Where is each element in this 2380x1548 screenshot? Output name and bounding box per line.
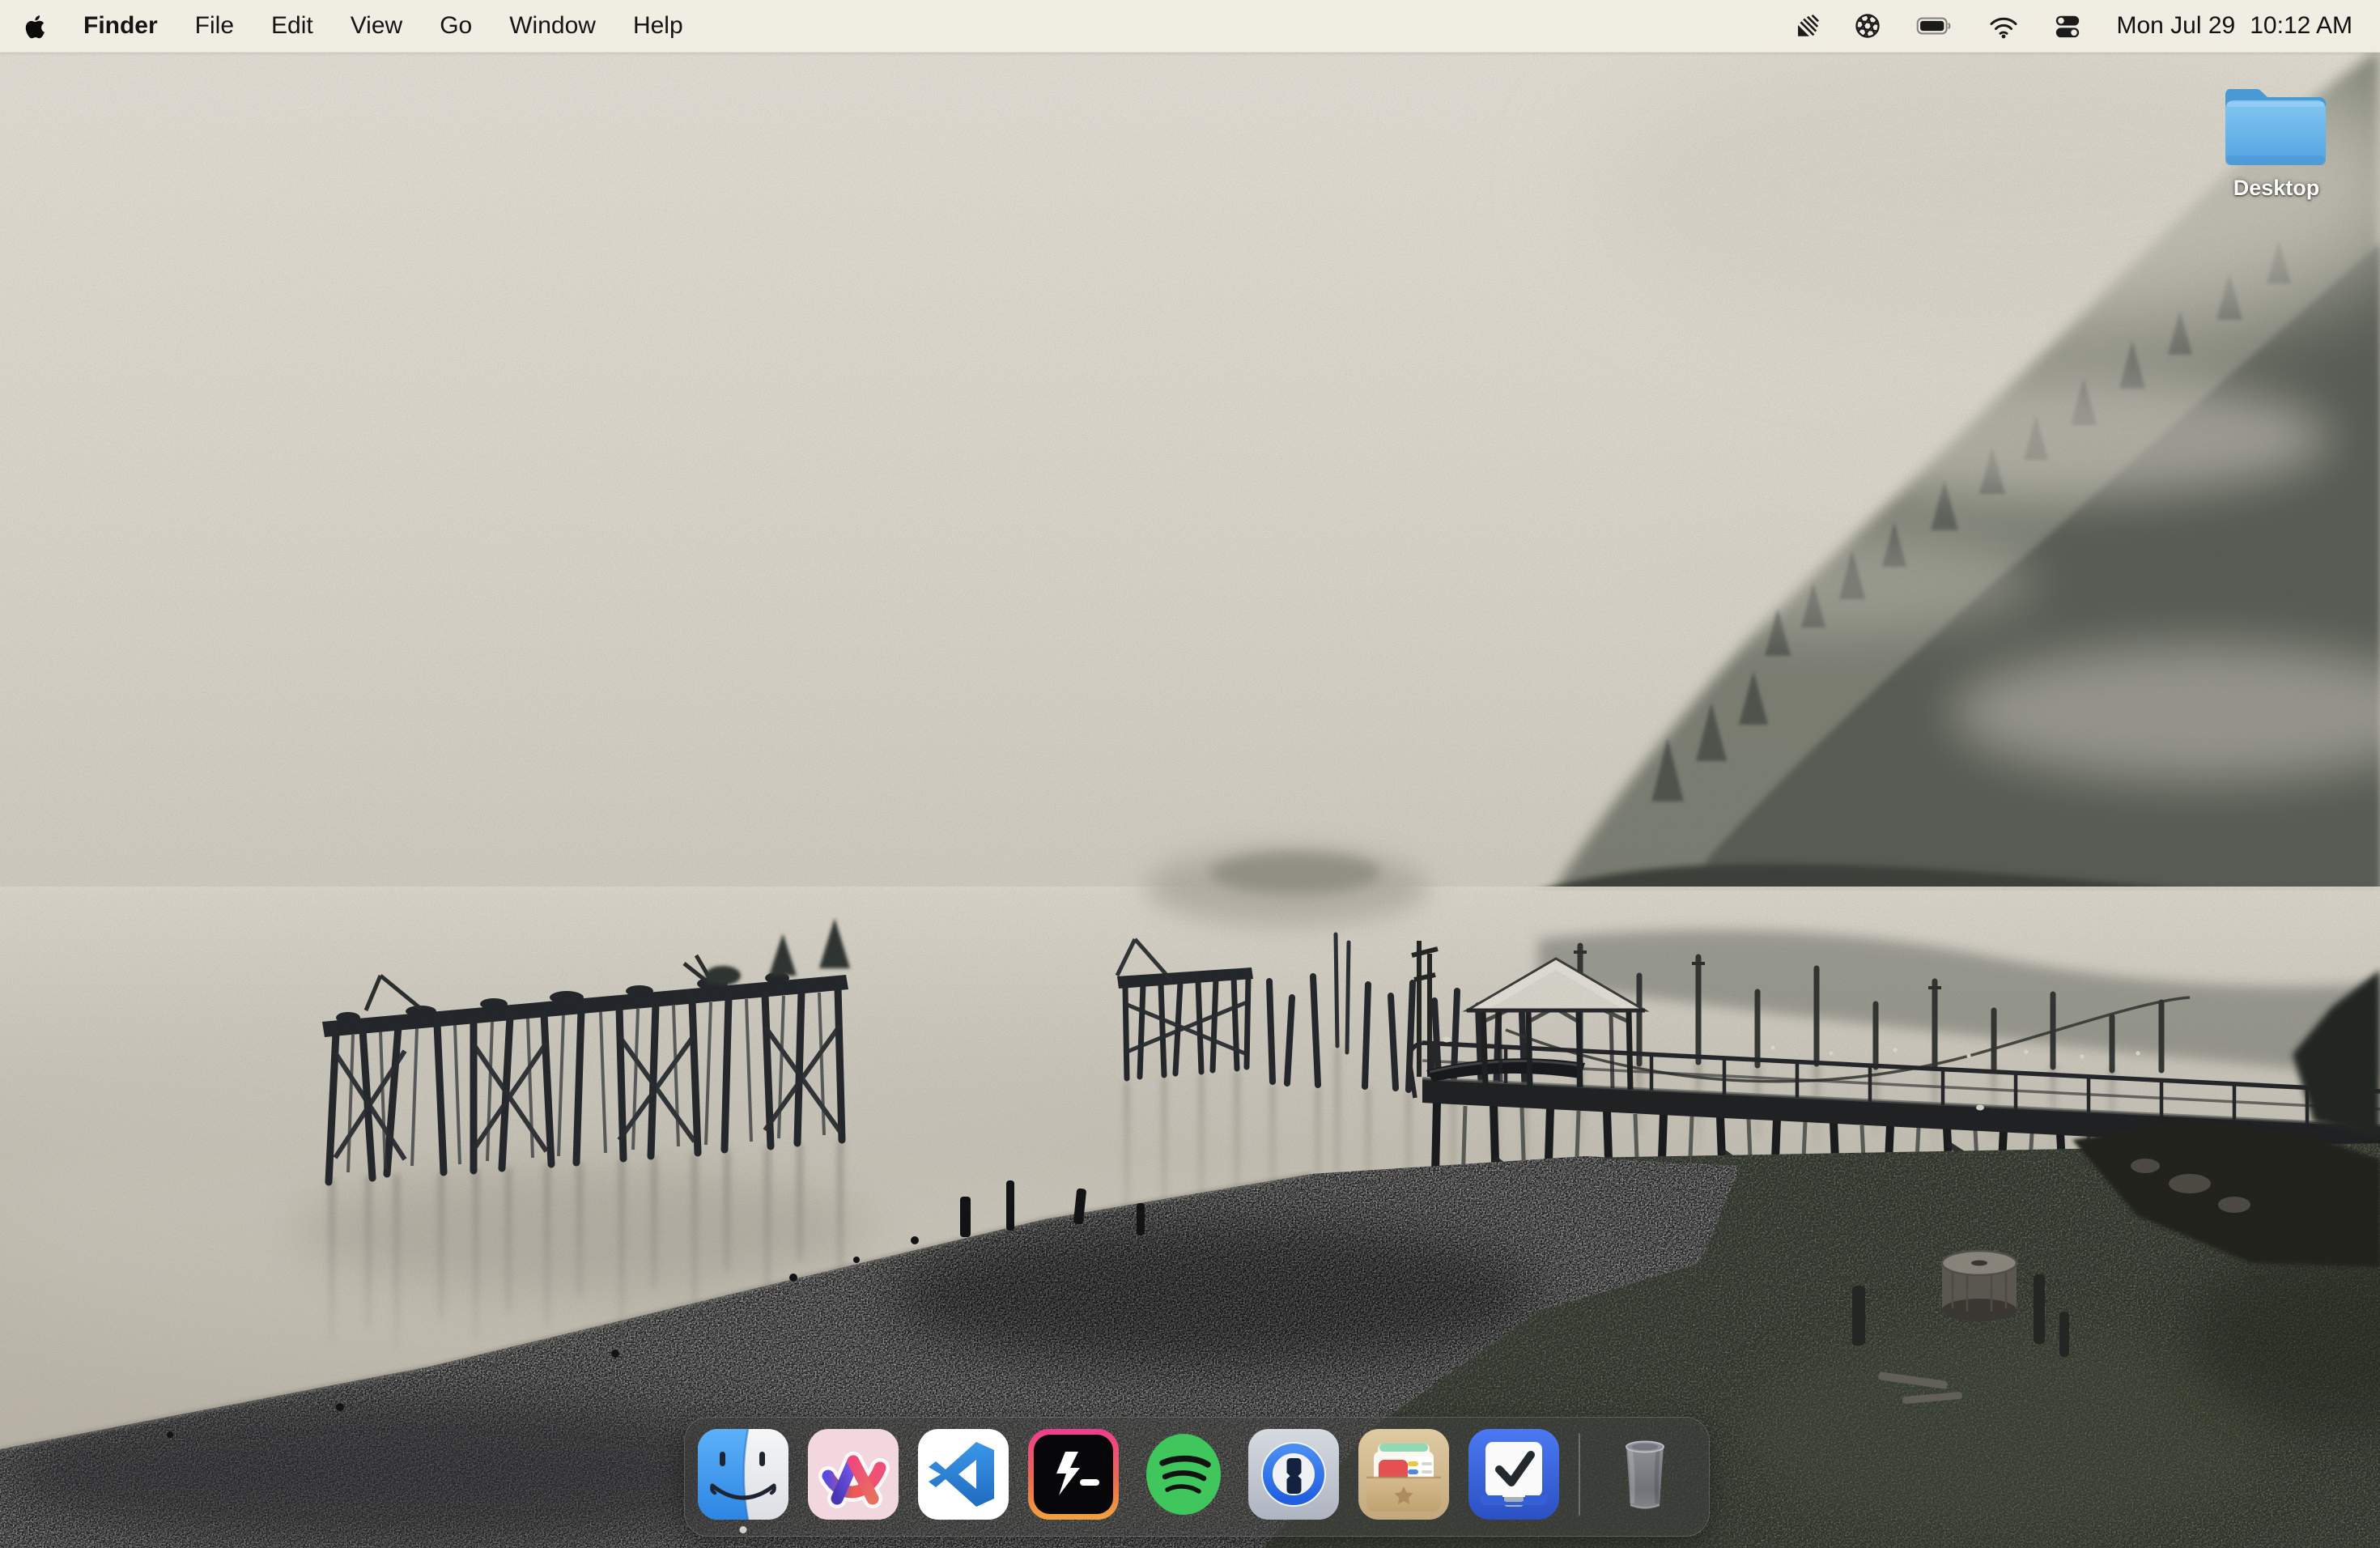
dock-warp-terminal-icon[interactable] xyxy=(1028,1429,1119,1520)
clock-date: Mon Jul 29 xyxy=(2116,12,2235,40)
dock xyxy=(684,1417,1710,1537)
folder-label: Desktop xyxy=(2233,176,2320,201)
dock-finder-icon[interactable] xyxy=(698,1429,788,1520)
dock-onepassword-icon[interactable] xyxy=(1248,1429,1339,1520)
finder-running-indicator xyxy=(740,1526,747,1533)
cursor-hatched-icon[interactable] xyxy=(1792,12,1820,40)
dock-separator xyxy=(1579,1433,1580,1516)
wifi-icon[interactable] xyxy=(1988,12,2019,40)
menu-bar-clock[interactable]: Mon Jul 29 10:12 AM xyxy=(2116,12,2352,40)
apple-menu-icon[interactable] xyxy=(24,13,46,40)
menu-item-view[interactable]: View xyxy=(351,12,402,40)
dock-trash-icon[interactable] xyxy=(1600,1429,1690,1520)
folder-icon xyxy=(2225,81,2327,172)
menu-item-window[interactable]: Window xyxy=(509,12,596,40)
dock-vscode-icon[interactable] xyxy=(918,1429,1009,1520)
dock-things-icon[interactable] xyxy=(1468,1429,1559,1520)
battery-icon[interactable] xyxy=(1915,12,1954,40)
menu-bar: Finder File Edit View Go Window Help xyxy=(0,0,2380,53)
menu-item-help[interactable]: Help xyxy=(633,12,683,40)
aperture-icon[interactable] xyxy=(1854,12,1881,40)
dock-spotify-icon[interactable] xyxy=(1138,1429,1229,1520)
menu-item-finder[interactable]: Finder xyxy=(83,12,158,40)
desktop-folder[interactable]: Desktop xyxy=(2221,81,2331,201)
menu-item-file[interactable]: File xyxy=(195,12,234,40)
dock-card-organizer-icon[interactable] xyxy=(1358,1429,1449,1520)
menu-item-edit[interactable]: Edit xyxy=(271,12,313,40)
menu-item-go[interactable]: Go xyxy=(440,12,472,40)
control-center-icon[interactable] xyxy=(2053,12,2082,40)
clock-time: 10:12 AM xyxy=(2250,12,2352,40)
wallpaper-photo xyxy=(0,0,2380,1548)
dock-arc-browser-icon[interactable] xyxy=(808,1429,899,1520)
